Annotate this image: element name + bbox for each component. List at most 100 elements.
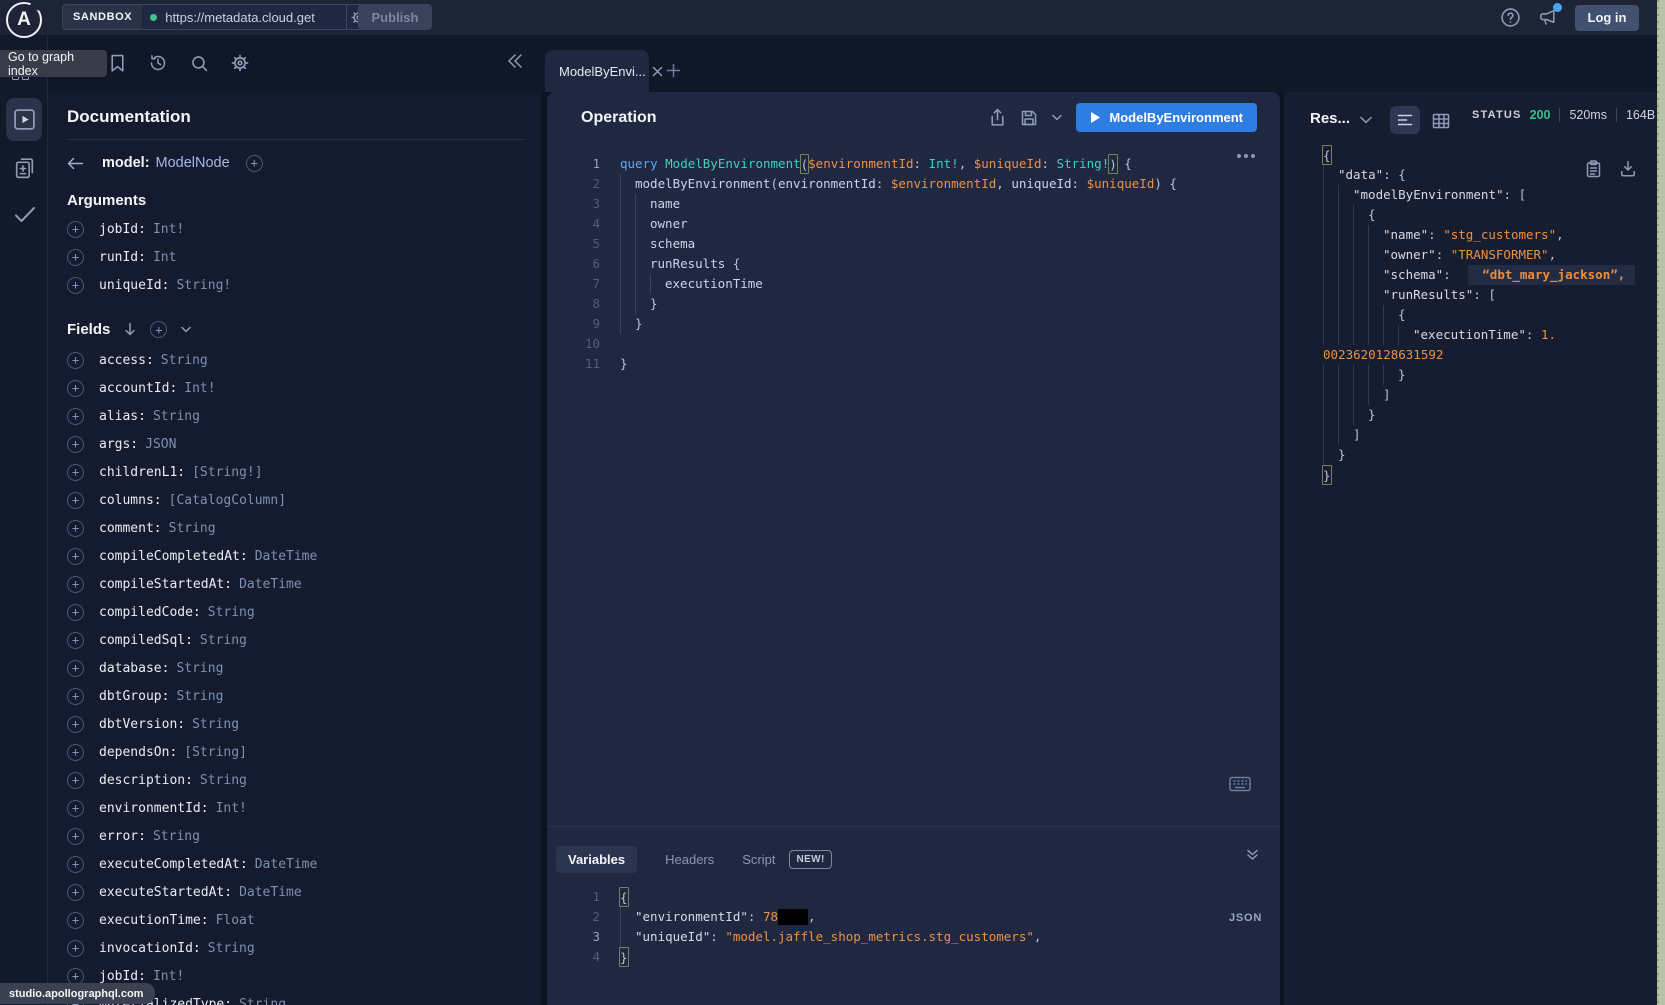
field-row[interactable]: +args:JSON [67, 430, 525, 458]
add-field-icon[interactable]: + [67, 604, 84, 621]
field-row[interactable]: +compiledCode:String [67, 598, 525, 626]
add-field-icon[interactable]: + [67, 744, 84, 761]
field-type[interactable]: String [208, 941, 255, 956]
field-row[interactable]: +description:String [67, 766, 525, 794]
add-field-icon[interactable]: + [67, 856, 84, 873]
add-field-icon[interactable]: + [67, 716, 84, 733]
add-all-fields-icon[interactable]: + [246, 155, 263, 172]
field-row[interactable]: +executeStartedAt:DateTime [67, 878, 525, 906]
endpoint-url-input[interactable]: https://metadata.cloud.get [142, 5, 346, 29]
settings-gear-icon[interactable] [229, 52, 251, 74]
field-row[interactable]: +comment:String [67, 514, 525, 542]
field-row[interactable]: +access:String [67, 346, 525, 374]
field-row[interactable]: +dependsOn:[String] [67, 738, 525, 766]
field-type[interactable]: DateTime [255, 549, 318, 564]
json-view-toggle[interactable] [1390, 106, 1420, 134]
announcements-icon[interactable] [1537, 7, 1559, 28]
saved-operations-icon[interactable] [106, 52, 128, 74]
save-icon[interactable] [1020, 109, 1038, 127]
field-type[interactable]: String [161, 353, 208, 368]
add-field-icon[interactable]: + [67, 828, 84, 845]
history-icon[interactable] [147, 52, 169, 74]
add-field-icon[interactable]: + [67, 436, 84, 453]
field-type[interactable]: DateTime [255, 857, 318, 872]
field-type[interactable]: JSON [145, 437, 176, 452]
field-type[interactable]: Int [153, 250, 176, 265]
login-button[interactable]: Log in [1575, 5, 1639, 31]
keyboard-shortcuts-icon[interactable] [1229, 776, 1251, 792]
add-field-icon[interactable]: + [67, 221, 84, 238]
field-type[interactable]: [String] [184, 745, 247, 760]
field-type[interactable]: Int! [216, 801, 247, 816]
add-field-icon[interactable]: + [67, 352, 84, 369]
field-row[interactable]: +executionTime:Float [67, 906, 525, 934]
add-field-icon[interactable]: + [67, 520, 84, 537]
field-row[interactable]: +compiledSql:String [67, 626, 525, 654]
field-row[interactable]: +database:String [67, 654, 525, 682]
field-type[interactable]: String [176, 689, 223, 704]
add-field-icon[interactable]: + [67, 772, 84, 789]
response-chevron-icon[interactable] [1360, 116, 1372, 124]
add-field-icon[interactable]: + [67, 968, 84, 985]
field-row[interactable]: +columns:[CatalogColumn] [67, 486, 525, 514]
field-type[interactable]: String [153, 829, 200, 844]
field-row[interactable]: +childrenL1:[String!] [67, 458, 525, 486]
add-field-icon[interactable]: + [67, 884, 84, 901]
field-type[interactable]: String [169, 521, 216, 536]
add-field-icon[interactable]: + [67, 940, 84, 957]
field-row[interactable]: +dbtVersion:String [67, 710, 525, 738]
argument-row[interactable]: +runId:Int [67, 243, 525, 271]
field-type[interactable]: [CatalogColumn] [169, 493, 286, 508]
field-type[interactable]: Int! [153, 969, 184, 984]
back-arrow-icon[interactable] [67, 157, 84, 170]
collapse-panel-icon[interactable] [503, 49, 527, 73]
publish-button[interactable]: Publish [358, 4, 432, 30]
help-icon[interactable] [1500, 7, 1521, 28]
add-field-icon[interactable]: + [67, 800, 84, 817]
field-type[interactable]: String [200, 633, 247, 648]
field-type[interactable]: Int! [184, 381, 215, 396]
field-type[interactable]: String [239, 997, 286, 1005]
add-field-icon[interactable]: + [67, 660, 84, 677]
operation-editor[interactable]: 1query ModelByEnvironment($environmentId… [565, 154, 1177, 374]
field-type[interactable]: String [208, 605, 255, 620]
operation-tab[interactable]: ModelByEnvi... [545, 50, 649, 92]
editor-menu-icon[interactable] [1237, 154, 1255, 158]
field-type[interactable]: String! [176, 278, 231, 293]
add-field-icon[interactable]: + [67, 277, 84, 294]
field-row[interactable]: +alias:String [67, 402, 525, 430]
add-field-icon[interactable]: + [67, 548, 84, 565]
field-type[interactable]: Float [216, 913, 255, 928]
variables-editor[interactable]: 1{2"environmentId": 78,3"uniqueId": "mod… [565, 887, 1041, 967]
field-type[interactable]: String [200, 773, 247, 788]
schema-nav-item[interactable] [13, 155, 36, 181]
table-view-toggle[interactable] [1430, 110, 1452, 132]
field-type[interactable]: String [176, 661, 223, 676]
field-row[interactable]: +executeCompletedAt:DateTime [67, 850, 525, 878]
argument-row[interactable]: +jobId:Int! [67, 215, 525, 243]
share-icon[interactable] [989, 108, 1006, 127]
add-field-icon[interactable]: + [67, 912, 84, 929]
field-row[interactable]: +compileCompletedAt:DateTime [67, 542, 525, 570]
add-field-icon[interactable]: + [67, 576, 84, 593]
add-field-icon[interactable]: + [67, 464, 84, 481]
checks-nav-item[interactable] [13, 205, 37, 225]
save-options-chevron-icon[interactable] [1052, 114, 1062, 121]
field-type[interactable]: String [192, 717, 239, 732]
tab-headers[interactable]: Headers [665, 852, 714, 867]
add-field-icon[interactable]: + [67, 380, 84, 397]
new-tab-icon[interactable] [662, 59, 684, 81]
fields-options-chevron-icon[interactable] [181, 326, 191, 333]
field-type[interactable]: Int! [153, 222, 184, 237]
field-row[interactable]: +accountId:Int! [67, 374, 525, 402]
add-field-icon[interactable]: + [67, 688, 84, 705]
field-row[interactable]: +environmentId:Int! [67, 794, 525, 822]
tab-script[interactable]: Script [742, 852, 775, 867]
field-type[interactable]: DateTime [239, 577, 302, 592]
response-title[interactable]: Res... [1310, 110, 1350, 127]
add-field-icon[interactable]: + [67, 632, 84, 649]
field-row[interactable]: +compileStartedAt:DateTime [67, 570, 525, 598]
add-fields-icon[interactable]: + [150, 321, 167, 338]
field-row[interactable]: +dbtGroup:String [67, 682, 525, 710]
field-type[interactable]: DateTime [239, 885, 302, 900]
